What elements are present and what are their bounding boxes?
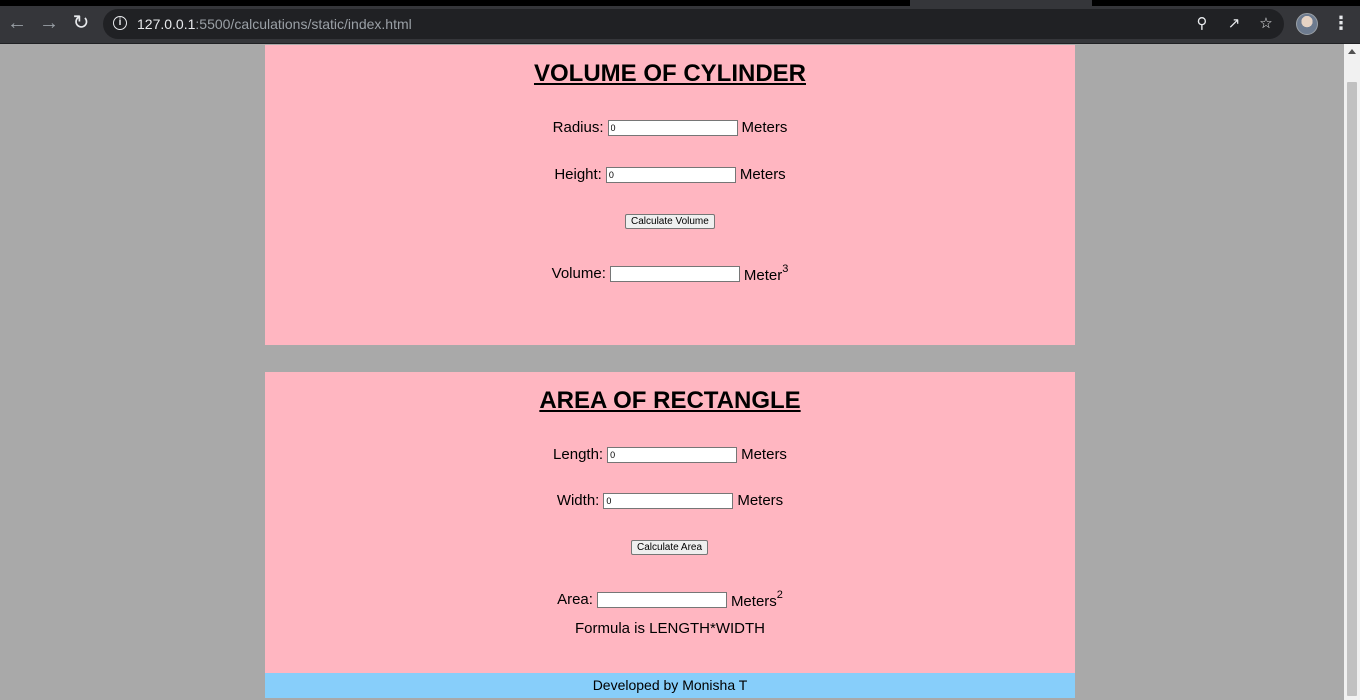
scroll-up-arrow-icon[interactable]	[1348, 49, 1356, 54]
tab-strip	[0, 0, 910, 6]
browser-menu-icon[interactable]: ⋮	[1332, 12, 1350, 34]
width-label: Width:	[556, 492, 600, 509]
width-input[interactable]	[603, 493, 734, 509]
width-unit: Meters	[737, 492, 784, 509]
cylinder-panel: VOLUME OF CYLINDER Radius: Meters Height…	[265, 45, 1075, 345]
cylinder-title: VOLUME OF CYLINDER	[533, 60, 806, 87]
volume-row: Volume: Meter3	[265, 262, 1075, 285]
scrollbar-thumb[interactable]	[1347, 82, 1357, 696]
rectangle-panel: AREA OF RECTANGLE Length: Meters Width: …	[265, 372, 1075, 673]
bookmark-star-icon[interactable]: ☆	[1257, 15, 1275, 33]
length-unit: Meters	[741, 446, 787, 463]
radius-input[interactable]	[607, 120, 738, 136]
back-arrow-icon[interactable]: ←	[6, 12, 28, 34]
length-input[interactable]	[607, 447, 738, 463]
rectangle-title: AREA OF RECTANGLE	[539, 387, 801, 414]
volume-label: Volume:	[551, 264, 606, 282]
width-row: Width: Meters	[265, 492, 1075, 510]
height-row: Height: Meters	[265, 166, 1075, 184]
profile-avatar[interactable]	[1296, 13, 1318, 35]
tab-strip-right	[1092, 0, 1360, 6]
volume-output[interactable]	[609, 265, 740, 282]
length-label: Length:	[553, 446, 604, 463]
formula-text: Formula is LENGTH*WIDTH	[574, 620, 765, 637]
calculate-volume-button[interactable]: Calculate Volume	[625, 214, 715, 229]
radius-unit: Meters	[741, 119, 788, 136]
height-unit: Meters	[739, 166, 786, 183]
page-scrollbar[interactable]	[1344, 44, 1360, 700]
calculate-area-button[interactable]: Calculate Area	[631, 540, 709, 555]
area-unit-text: Meters	[730, 593, 777, 610]
zoom-out-icon[interactable]: ⚲	[1193, 15, 1211, 33]
footer: Developed by Monisha T	[265, 673, 1075, 698]
area-row: Area: Meters2	[265, 588, 1075, 611]
forward-arrow-icon[interactable]: →	[38, 12, 60, 34]
volume-unit-exponent: 3	[782, 263, 789, 275]
height-input[interactable]	[605, 167, 736, 183]
volume-unit-text: Meter	[743, 267, 783, 284]
reload-icon[interactable]: ↻	[70, 12, 92, 34]
url-host: 127.0.0.1	[137, 16, 196, 32]
length-row: Length: Meters	[265, 446, 1075, 464]
share-icon[interactable]: ↗	[1225, 15, 1243, 33]
url-path: :5500/calculations/static/index.html	[195, 16, 412, 32]
area-label: Area:	[557, 590, 593, 608]
area-output[interactable]	[596, 591, 727, 608]
radius-row: Radius: Meters	[265, 119, 1075, 137]
address-bar[interactable]: i 127.0.0.1:5500/calculations/static/ind…	[103, 9, 1284, 39]
volume-unit: Meter3	[744, 262, 788, 285]
address-url[interactable]: 127.0.0.1:5500/calculations/static/index…	[137, 16, 412, 32]
area-unit: Meters2	[731, 588, 783, 611]
area-unit-exponent: 2	[776, 589, 783, 601]
site-info-icon[interactable]: i	[113, 16, 127, 30]
radius-label: Radius:	[552, 119, 604, 136]
height-label: Height:	[554, 166, 602, 183]
browser-toolbar: ← → ↻ i 127.0.0.1:5500/calculations/stat…	[0, 0, 1360, 44]
